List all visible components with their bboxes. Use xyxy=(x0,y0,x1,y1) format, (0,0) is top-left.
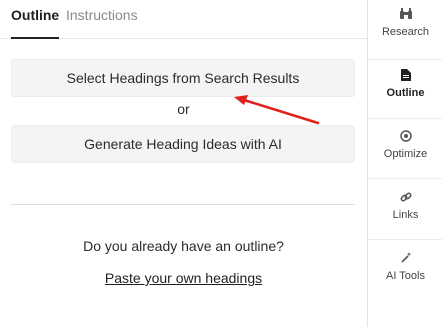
sidebar-item-ai-tools[interactable]: AI Tools xyxy=(368,244,442,304)
sidebar-item-optimize[interactable]: Optimize xyxy=(368,122,442,182)
sidebar-divider xyxy=(368,178,442,179)
sidebar-divider xyxy=(368,239,442,240)
main-panel: Outline Instructions Select Headings fro… xyxy=(0,0,367,327)
section-divider xyxy=(11,204,355,205)
sidebar-item-outline[interactable]: Outline xyxy=(368,61,442,121)
generate-headings-button[interactable]: Generate Heading Ideas with AI xyxy=(11,125,355,163)
binoculars-icon xyxy=(368,8,442,22)
document-icon xyxy=(368,69,442,83)
tab-instructions[interactable]: Instructions xyxy=(66,0,138,38)
paste-headings-link[interactable]: Paste your own headings xyxy=(105,270,262,286)
target-icon xyxy=(368,130,442,144)
annotation-arrow-icon xyxy=(234,95,320,125)
sidebar-item-label: Outline xyxy=(386,87,425,99)
right-sidebar: Research Outline Optimize Links AI Tools xyxy=(367,0,442,327)
sidebar-item-links[interactable]: Links xyxy=(368,183,442,243)
sidebar-divider xyxy=(368,59,442,60)
magic-wand-icon xyxy=(368,252,442,266)
sidebar-divider xyxy=(368,118,442,119)
outline-question: Do you already have an outline? xyxy=(83,238,284,254)
tab-outline[interactable]: Outline xyxy=(11,0,60,39)
sidebar-item-label: Optimize xyxy=(383,148,428,160)
link-icon xyxy=(368,191,442,205)
sidebar-item-label: Links xyxy=(392,209,419,221)
sidebar-item-research[interactable]: Research xyxy=(368,0,442,60)
sidebar-item-label: AI Tools xyxy=(386,270,425,282)
tab-bar: Outline Instructions xyxy=(0,0,367,39)
sidebar-item-label: Research xyxy=(381,26,430,38)
paste-headings-row: Paste your own headings xyxy=(0,270,367,286)
